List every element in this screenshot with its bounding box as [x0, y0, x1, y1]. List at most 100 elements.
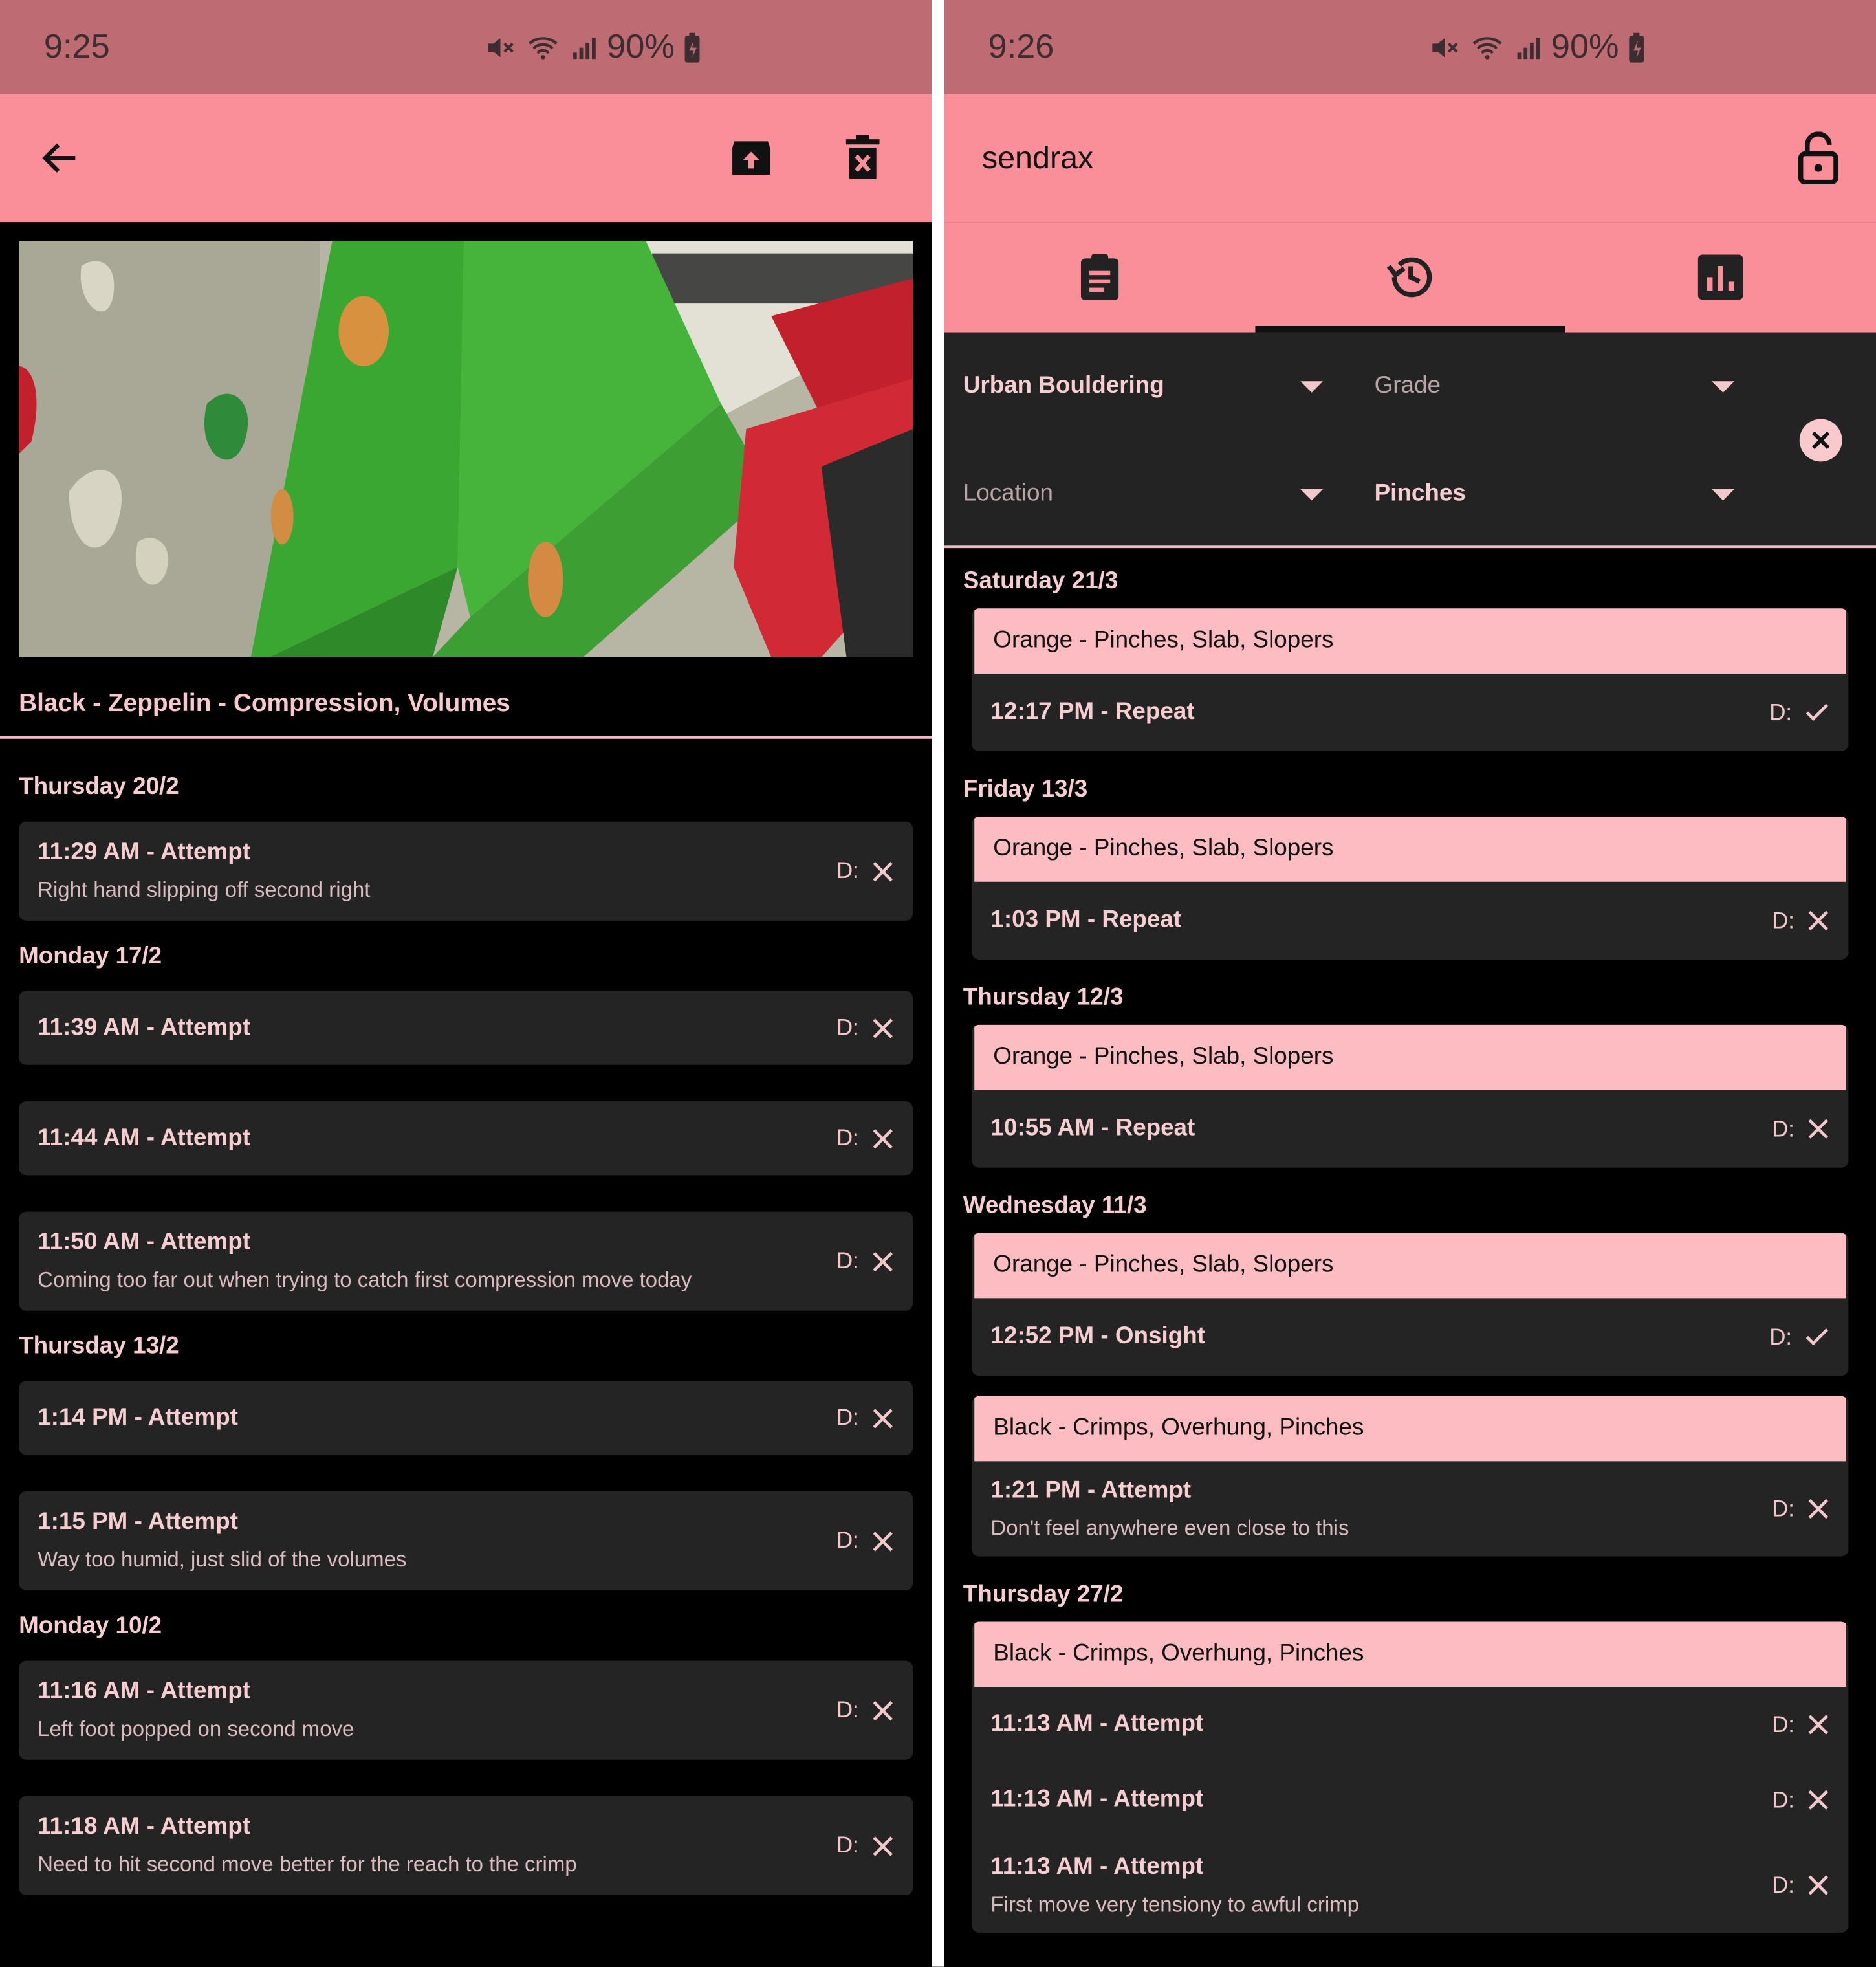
status-icons: 90% — [484, 28, 702, 67]
route-header[interactable]: Orange - Pinches, Slab, Slopers — [974, 608, 1846, 674]
attempt-row[interactable]: 10:55 AM - Repeat D: — [972, 1090, 1848, 1168]
attempt-row[interactable]: 12:52 PM - Onsight D: — [972, 1298, 1848, 1376]
filter-panel: Urban Bouldering Grade Location Pinches — [944, 332, 1876, 549]
route-header[interactable]: Orange - Pinches, Slab, Slopers — [974, 1024, 1846, 1090]
cross-icon — [873, 1836, 893, 1856]
attempt-card[interactable]: 11:50 AM - Attempt Coming too far out whe… — [19, 1211, 913, 1311]
signal-icon — [573, 37, 596, 59]
route-header[interactable]: Orange - Pinches, Slab, Slopers — [974, 1233, 1846, 1299]
cross-icon — [1808, 910, 1829, 931]
route-header[interactable]: Black - Crimps, Overhung, Pinches — [974, 1396, 1846, 1462]
attempt-row[interactable]: 1:21 PM - Attempt Don't feel anywhere eve… — [972, 1461, 1848, 1556]
d-label: D: — [836, 1125, 859, 1150]
attempt-text: 11:29 AM - Attempt Right hand slipping of… — [38, 839, 836, 903]
result-indicator: D: — [836, 1405, 894, 1431]
result-indicator: D: — [836, 1697, 894, 1724]
tab-log[interactable] — [944, 222, 1255, 333]
attempt-text: 1:15 PM - Attempt Way too humid, just sli… — [38, 1509, 836, 1573]
tab-stats[interactable] — [1565, 222, 1876, 333]
tab-history[interactable] — [1254, 222, 1565, 333]
grade-dropdown[interactable]: Grade — [1375, 368, 1734, 405]
attempt-text: 11:44 AM - Attempt — [38, 1125, 836, 1152]
result-indicator: D: — [1772, 1115, 1829, 1142]
route-header[interactable]: Black - Crimps, Overhung, Pinches — [974, 1621, 1846, 1687]
mute-icon — [1432, 37, 1458, 57]
location-dropdown[interactable]: Location — [963, 476, 1324, 513]
date-header: Friday 13/3 — [963, 776, 1088, 803]
lock-button[interactable] — [1796, 131, 1841, 184]
result-indicator: D: — [836, 858, 894, 885]
clear-filters-button[interactable] — [1799, 419, 1842, 462]
hold-dropdown[interactable]: Pinches — [1375, 476, 1734, 513]
attempt-text: 1:21 PM - Attempt Don't feel anywhere eve… — [990, 1477, 1772, 1541]
attempt-card[interactable]: 1:15 PM - Attempt Way too humid, just sli… — [19, 1491, 913, 1591]
date-header: Thursday 13/2 — [19, 1333, 179, 1360]
d-label: D: — [836, 857, 859, 883]
attempt-row[interactable]: 1:03 PM - Repeat D: — [972, 882, 1848, 960]
result-indicator: D: — [1772, 1711, 1829, 1738]
status-time: 9:26 — [988, 27, 1054, 65]
chevron-down-icon — [1300, 380, 1324, 392]
divider — [932, 0, 944, 1967]
check-icon — [1805, 703, 1829, 721]
status-bar: 9:25 90% — [0, 0, 932, 94]
attempt-time: 12:17 PM - Repeat — [990, 698, 1195, 725]
attempt-note: Right hand slipping off second right — [38, 877, 371, 902]
back-arrow-icon[interactable] — [38, 135, 83, 181]
bar-chart-icon — [1698, 254, 1743, 300]
tab-bar — [944, 222, 1876, 333]
attempt-row[interactable]: 11:13 AM - Attempt First move very tensio… — [972, 1838, 1848, 1933]
attempt-text: 11:13 AM - Attempt — [990, 1711, 1772, 1739]
attempt-time: 11:29 AM - Attempt — [38, 839, 250, 866]
wifi-icon — [1472, 36, 1502, 59]
result-indicator: D: — [836, 1832, 894, 1859]
app-bar — [0, 94, 932, 223]
gym-dropdown[interactable]: Urban Bouldering — [963, 368, 1324, 405]
attempt-row[interactable]: 12:17 PM - Repeat D: — [972, 674, 1848, 751]
cross-icon — [1808, 1715, 1829, 1735]
status-time: 9:25 — [43, 27, 110, 65]
d-label: D: — [1772, 1115, 1794, 1141]
attempt-row[interactable]: 11:13 AM - Attempt D: — [972, 1687, 1848, 1762]
cross-icon — [873, 861, 893, 881]
route-history-card: Orange - Pinches, Slab, Slopers 12:52 PM … — [972, 1233, 1849, 1376]
route-history-card: Orange - Pinches, Slab, Slopers 1:03 PM -… — [972, 816, 1849, 960]
attempt-time: 1:15 PM - Attempt — [38, 1509, 238, 1535]
attempt-card[interactable]: 11:39 AM - Attempt D: — [19, 991, 913, 1065]
cross-icon — [873, 1018, 893, 1038]
signal-icon — [1517, 37, 1540, 59]
route-header[interactable]: Orange - Pinches, Slab, Slopers — [974, 816, 1846, 882]
route-photo — [19, 241, 913, 657]
d-label: D: — [1772, 907, 1794, 933]
attempt-card[interactable]: 11:18 AM - Attempt Need to hit second mov… — [19, 1796, 913, 1896]
delete-button[interactable] — [842, 133, 884, 183]
result-indicator: D: — [1769, 1324, 1829, 1350]
attempt-time: 11:50 AM - Attempt — [38, 1229, 250, 1256]
archive-button[interactable] — [726, 133, 776, 183]
battery-charging-icon — [684, 32, 700, 62]
route-history-card: Black - Crimps, Overhung, Pinches 1:21 PM… — [972, 1396, 1849, 1557]
attempt-text: 11:39 AM - Attempt — [38, 1014, 836, 1042]
attempt-row[interactable]: 11:13 AM - Attempt D: — [972, 1763, 1848, 1838]
result-indicator: D: — [1772, 1872, 1829, 1898]
attempt-card[interactable]: 11:29 AM - Attempt Right hand slipping of… — [19, 821, 913, 921]
result-indicator: D: — [1772, 1786, 1829, 1813]
route-detail-screen: 9:25 90% Black - Zeppelin - Compression,… — [0, 0, 932, 1967]
attempt-text: 1:14 PM - Attempt — [38, 1404, 836, 1432]
date-header: Thursday 27/2 — [963, 1581, 1124, 1609]
cross-icon — [1808, 1499, 1829, 1519]
attempt-note: Coming too far out when trying to catch … — [38, 1268, 692, 1292]
hold-dropdown-value: Pinches — [1374, 480, 1466, 507]
d-label: D: — [1769, 699, 1793, 725]
attempt-time: 1:21 PM - Attempt — [990, 1477, 1192, 1504]
attempt-card[interactable]: 1:14 PM - Attempt D: — [19, 1381, 913, 1455]
d-label: D: — [836, 1832, 859, 1858]
cross-icon — [1808, 1875, 1829, 1895]
attempt-time: 11:39 AM - Attempt — [38, 1014, 250, 1040]
d-label: D: — [836, 1247, 859, 1273]
attempt-card[interactable]: 11:44 AM - Attempt D: — [19, 1101, 913, 1176]
cross-icon — [873, 1408, 893, 1428]
check-icon — [1805, 1328, 1829, 1346]
date-header: Thursday 12/3 — [963, 984, 1124, 1011]
attempt-card[interactable]: 11:16 AM - Attempt Left foot popped on se… — [19, 1660, 913, 1760]
